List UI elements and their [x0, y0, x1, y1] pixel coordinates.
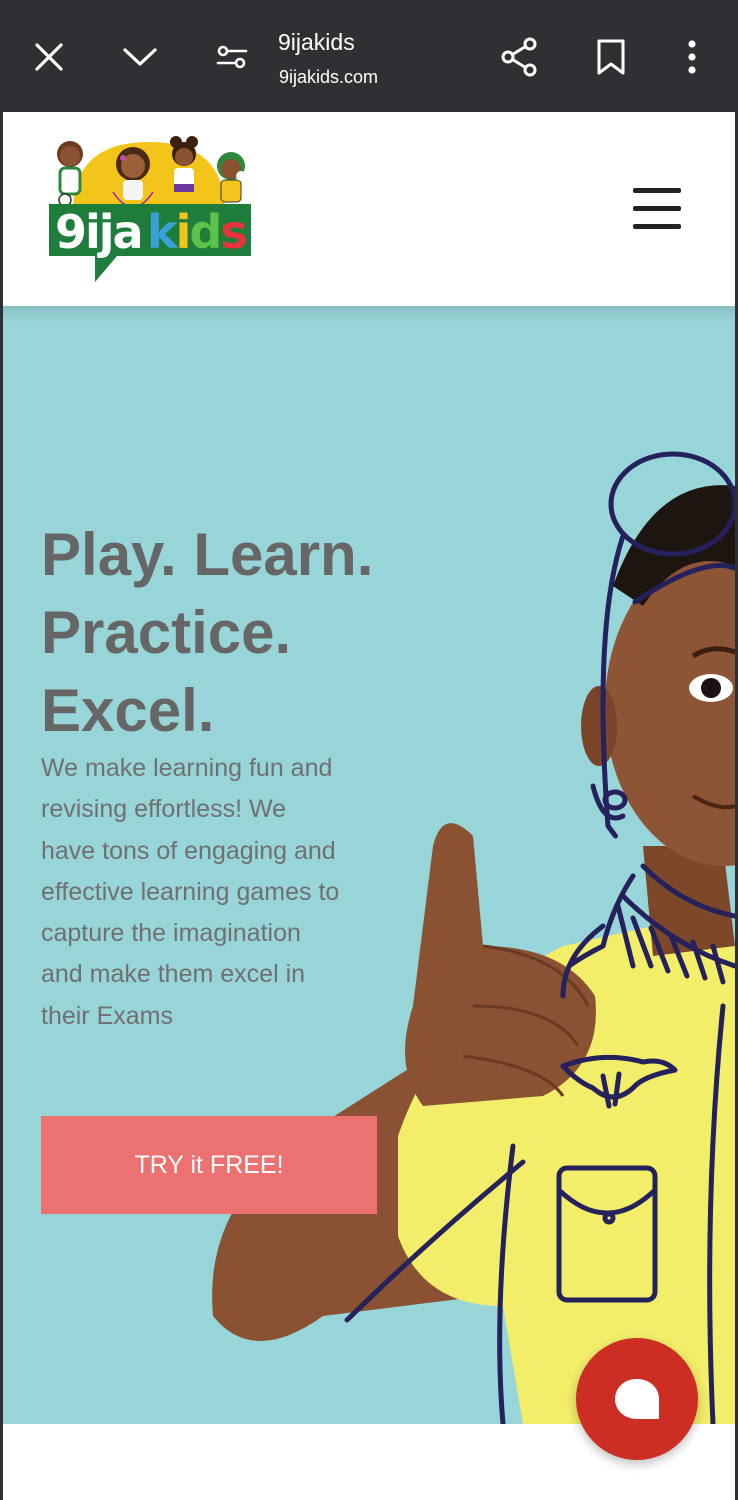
headline-line-1: Play. Learn. — [41, 521, 374, 588]
close-icon[interactable] — [26, 34, 72, 80]
hamburger-menu-button[interactable] — [627, 184, 689, 234]
hero-section: Play. Learn. Practice. Excel. We make le… — [3, 306, 735, 1424]
share-icon[interactable] — [494, 32, 544, 82]
chevron-down-icon[interactable] — [116, 34, 164, 80]
headline-line-3: Excel. — [41, 677, 215, 744]
more-vert-icon[interactable] — [670, 32, 714, 82]
chat-button[interactable] — [576, 1338, 698, 1460]
svg-text:kids: kids — [147, 205, 246, 259]
tune-icon[interactable] — [208, 34, 256, 80]
site-logo[interactable]: 9ija kids — [43, 132, 255, 290]
hero-headline: Play. Learn. Practice. Excel. — [41, 516, 461, 750]
try-it-free-button[interactable]: TRY it FREE! — [41, 1116, 377, 1214]
headline-line-2: Practice. — [41, 599, 292, 666]
page-url[interactable]: 9ijakids.com — [279, 66, 378, 88]
bookmark-icon[interactable] — [586, 32, 636, 82]
page-title: 9ijakids — [278, 29, 355, 55]
browser-toolbar: 9ijakids 9ijakids.com — [0, 0, 738, 112]
svg-text:9ija: 9ija — [55, 205, 142, 259]
site-header: 9ija kids — [3, 112, 735, 306]
chat-bubble-icon — [615, 1379, 659, 1419]
hero-description: We make learning fun and revising effort… — [41, 754, 340, 1030]
hamburger-icon — [633, 188, 681, 193]
